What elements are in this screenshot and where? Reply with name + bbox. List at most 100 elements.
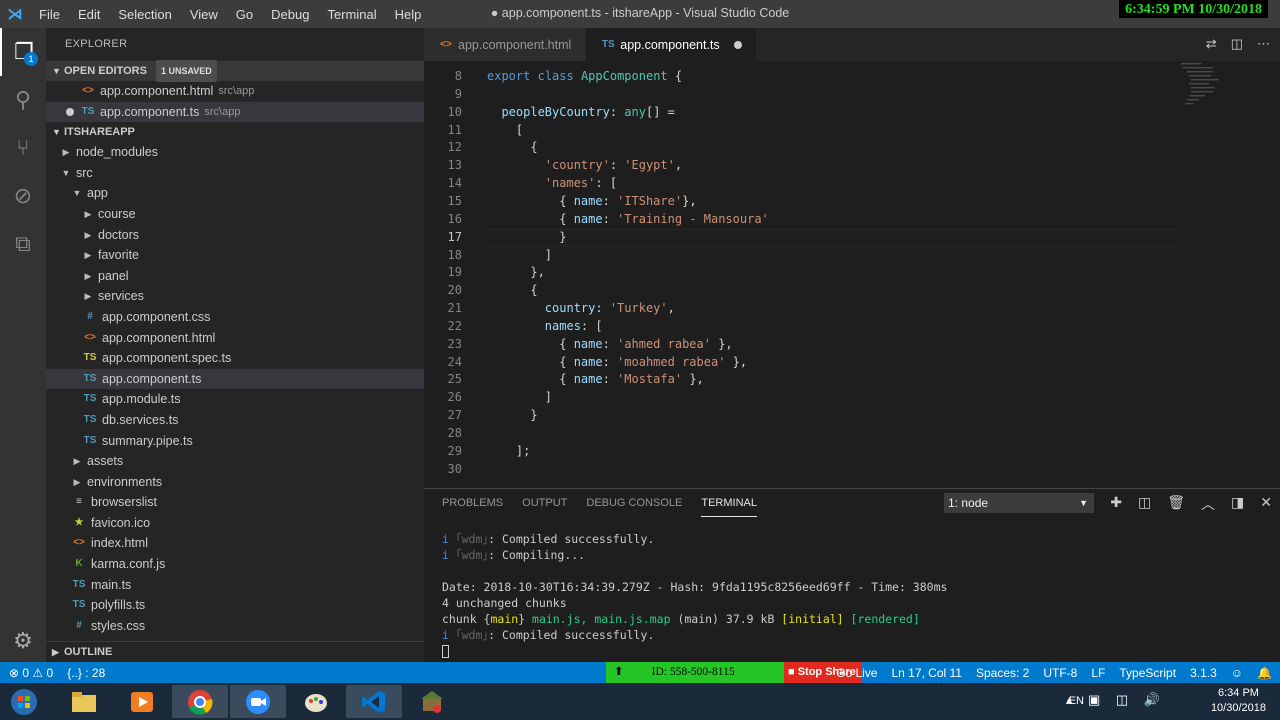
taskbar-date[interactable]: 10/30/2018	[1211, 701, 1266, 716]
menu-item-terminal[interactable]: Terminal	[327, 7, 376, 22]
file-tree-item[interactable]: # styles.css	[46, 616, 424, 637]
problems-status[interactable]: ⊗ 0 ⚠ 0	[9, 666, 53, 680]
menu-item-help[interactable]: Help	[395, 7, 422, 22]
zoom-taskbar-icon[interactable]	[230, 685, 286, 718]
terminal-select[interactable]: 1: node ▼	[944, 493, 1094, 513]
panel-tab-problems[interactable]: PROBLEMS	[442, 489, 503, 517]
open-changes-icon[interactable]: ⇄	[1206, 36, 1217, 52]
explorer-icon[interactable]: ❐ 1	[0, 28, 46, 76]
file-tree-item[interactable]: ▶ doctors	[46, 225, 424, 246]
split-editor-icon[interactable]: ◫	[1231, 36, 1243, 52]
editor-tab[interactable]: TS app.component.ts	[586, 28, 757, 61]
panel-tab-terminal[interactable]: TERMINAL	[701, 489, 757, 517]
file-tree-item[interactable]: Kkarma.conf.js	[46, 554, 424, 575]
file-tree-item[interactable]: ▶ assets	[46, 451, 424, 472]
explorer-title: EXPLORER	[65, 38, 128, 50]
minimap[interactable]	[1179, 61, 1269, 121]
braces-status[interactable]: {..} : 28	[67, 666, 105, 680]
code-line: peopleByCountry: any[] =	[501, 104, 675, 119]
file-tree-item[interactable]: # app.component.css	[46, 307, 424, 328]
vscode-taskbar-icon[interactable]	[346, 685, 402, 718]
search-icon[interactable]: ⚲	[0, 76, 46, 124]
file-tree-item[interactable]: ▶ node_modules	[46, 142, 424, 163]
file-tree-item[interactable]: TS summary.pipe.ts	[46, 431, 424, 452]
file-tree-label: browserslist	[91, 495, 157, 510]
system-tray: EN ▴ ▣ ◫ 🔊 6:34 PM 10/30/2018	[1066, 686, 1266, 716]
outline-section[interactable]: ▶ OUTLINE	[46, 641, 424, 662]
gear-icon[interactable]: ⚙	[0, 628, 46, 654]
chrome-taskbar-icon[interactable]	[172, 685, 228, 718]
file-tree-item[interactable]: <> app.component.html	[46, 328, 424, 349]
editor-tab[interactable]: <> app.component.html	[424, 28, 587, 61]
app-taskbar-icon[interactable]	[404, 685, 460, 718]
tray-icons[interactable]: ▴ ▣ ◫ 🔊	[1066, 692, 1166, 707]
eol-status[interactable]: LF	[1091, 666, 1105, 680]
menu-item-view[interactable]: View	[190, 7, 218, 22]
open-editor-name: app.component.ts	[100, 104, 200, 119]
code-editor[interactable]: 8 export class AppComponent {9 10 peopleBy…	[424, 61, 1184, 488]
trash-icon[interactable]: 🗑	[1167, 494, 1185, 514]
code-line: 'country': 'Egypt',	[544, 158, 683, 173]
panel-actions: ✚ ◫ 🗑 ︿ ◨ ✕	[1110, 494, 1272, 514]
file-tree-item[interactable]: ≡ browserslist	[46, 492, 424, 513]
menu-item-selection[interactable]: Selection	[118, 7, 171, 22]
close-icon[interactable]: ✕	[1260, 494, 1272, 514]
menu-item-debug[interactable]: Debug	[271, 7, 309, 22]
line-number: 21	[447, 301, 462, 316]
maximize-panel-icon[interactable]: ◨	[1231, 494, 1244, 514]
file-tree-item[interactable]: ▶ environments	[46, 472, 424, 493]
new-terminal-icon[interactable]: ✚	[1110, 494, 1122, 514]
taskbar-time[interactable]: 6:34 PM	[1211, 686, 1266, 701]
open-editors-header[interactable]: ▼ OPEN EDITORS 1 UNSAVED	[46, 60, 424, 82]
typescript-spec-icon: TS	[83, 352, 97, 364]
cursor-position[interactable]: Ln 17, Col 11	[891, 666, 962, 680]
file-tree-item[interactable]: TS polyfills.ts	[46, 595, 424, 616]
file-tree: ▶ node_modules ▼ src ▼ app ▶ course ▶ doctors ▶ fav…	[46, 142, 424, 636]
project-header[interactable]: ▼ ITSHAREAPP	[46, 122, 424, 142]
chevron-up-icon[interactable]: ︿	[1201, 494, 1215, 514]
file-tree-item[interactable]: TS app.module.ts	[46, 389, 424, 410]
encoding-status[interactable]: UTF-8	[1043, 666, 1077, 680]
file-tree-item[interactable]: ▶ favorite	[46, 245, 424, 266]
menu-item-go[interactable]: Go	[236, 7, 253, 22]
panel-tab-output[interactable]: OUTPUT	[522, 489, 567, 517]
debug-icon[interactable]: ⊘	[0, 172, 46, 220]
file-tree-item[interactable]: TS app.component.spec.ts	[46, 348, 424, 369]
unsaved-dot-icon[interactable]	[733, 40, 742, 49]
open-editor-item[interactable]: TS app.component.ts src\app	[46, 101, 424, 123]
file-tree-item[interactable]: TS app.component.ts	[46, 368, 424, 390]
bell-icon[interactable]: 🔔	[1257, 666, 1272, 680]
terminal-line: i ｢wdm｣: Compiled successfully.	[442, 532, 655, 546]
file-tree-item[interactable]: TS main.ts	[46, 575, 424, 596]
vertical-scrollbar[interactable]	[1272, 61, 1280, 488]
menu-item-file[interactable]: File	[39, 7, 60, 22]
terminal-output[interactable]: i ｢wdm｣: Compiled successfully. i ｢wdm｣: …	[442, 531, 947, 659]
menu-bar: File Edit Selection View Go Debug Terminal Help	[30, 7, 430, 22]
code-line: }	[487, 408, 538, 423]
panel-tab-debug-console[interactable]: DEBUG CONSOLE	[586, 489, 682, 517]
file-tree-item[interactable]: ▼ app	[46, 183, 424, 204]
paint-taskbar-icon[interactable]	[288, 685, 344, 718]
file-tree-item[interactable]: ▼ src	[46, 163, 424, 184]
file-tree-item[interactable]: TS db.services.ts	[46, 410, 424, 431]
indentation-status[interactable]: Spaces: 2	[976, 666, 1029, 680]
open-editor-item[interactable]: <> app.component.html src\app	[46, 81, 424, 102]
split-terminal-icon[interactable]: ◫	[1138, 494, 1151, 514]
file-tree-item[interactable]: ▶ panel	[46, 266, 424, 287]
file-tree-item[interactable]: ▶ services	[46, 286, 424, 307]
extensions-icon[interactable]: ⧉	[0, 220, 46, 268]
menu-item-edit[interactable]: Edit	[78, 7, 100, 22]
go-live-button[interactable]: Go Live	[836, 666, 877, 680]
file-explorer-taskbar-icon[interactable]	[56, 685, 112, 718]
file-tree-item[interactable]: <> index.html	[46, 533, 424, 554]
file-tree-item[interactable]: ▶ course	[46, 204, 424, 225]
code-line: {	[487, 283, 538, 298]
language-mode[interactable]: TypeScript	[1119, 666, 1176, 680]
smiley-feedback-icon[interactable]: ☺	[1231, 666, 1243, 680]
source-control-icon[interactable]: ⑂	[0, 124, 46, 172]
media-player-taskbar-icon[interactable]	[114, 685, 170, 718]
ts-version[interactable]: 3.1.3	[1190, 666, 1217, 680]
file-tree-item[interactable]: ★ favicon.ico	[46, 513, 424, 534]
more-actions-icon[interactable]: ⋯	[1257, 36, 1270, 52]
start-button[interactable]	[2, 685, 46, 718]
